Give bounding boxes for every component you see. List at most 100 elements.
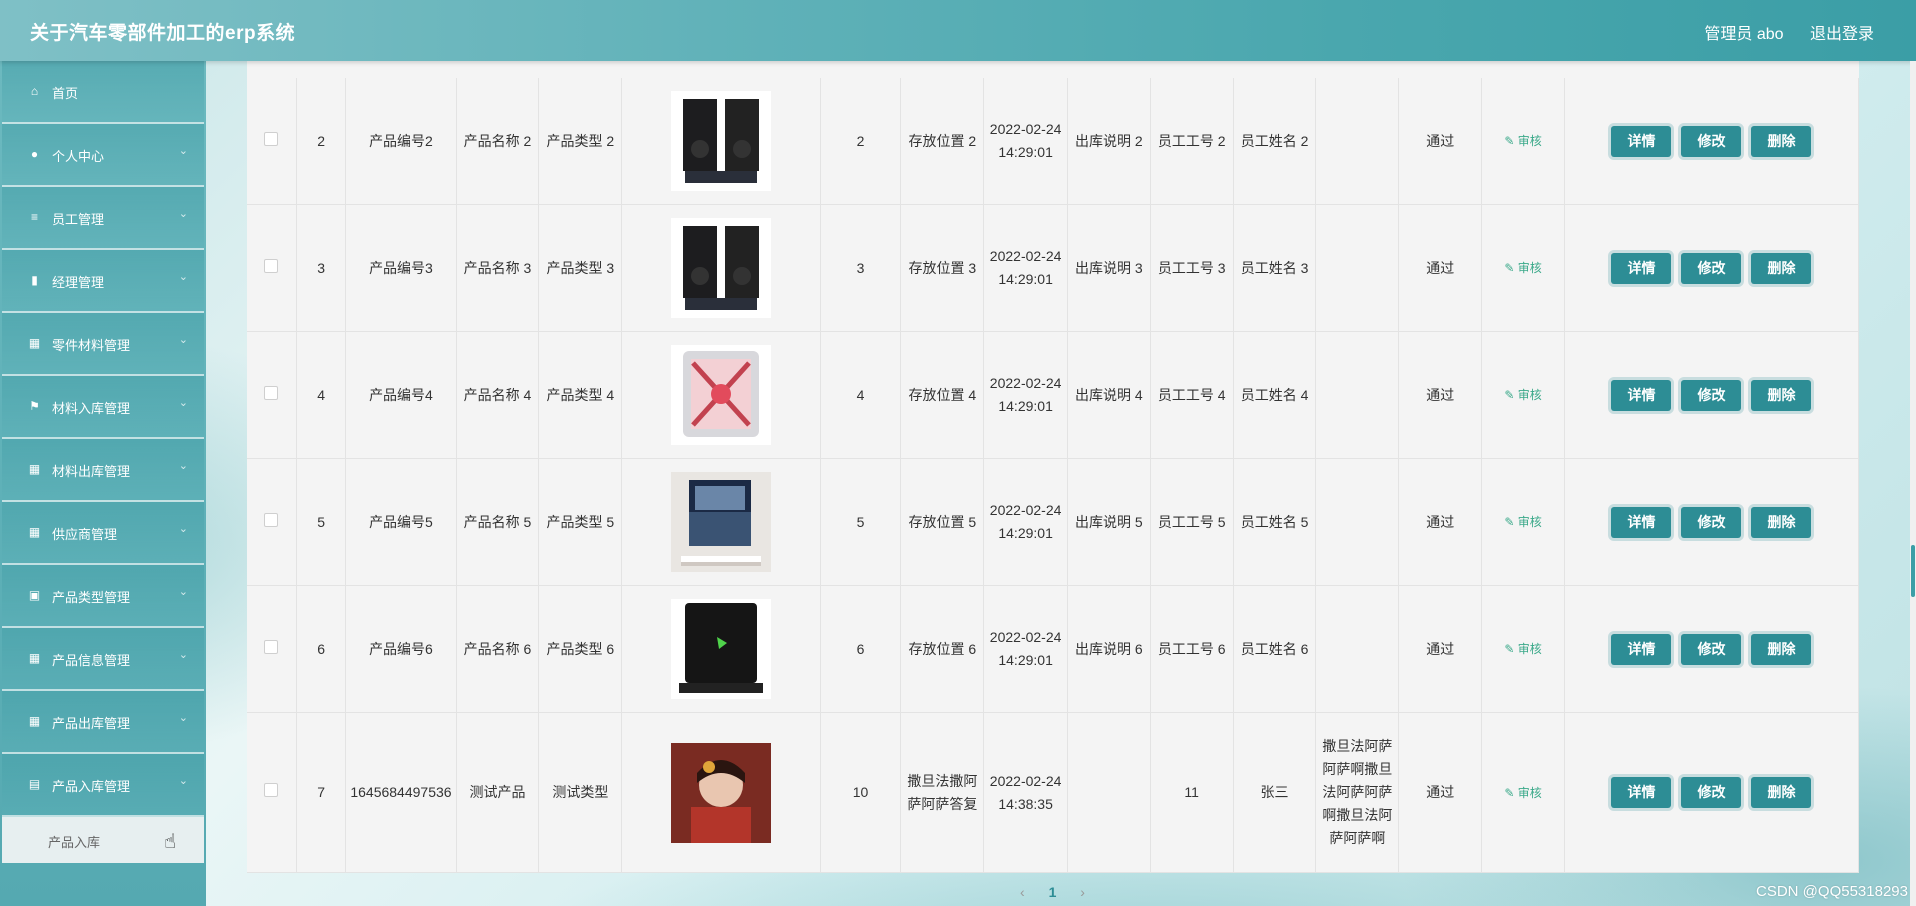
- employee-no-cell: 11: [1150, 712, 1234, 873]
- scrollbar-thumb[interactable]: [1911, 545, 1915, 597]
- grid-icon: ▦: [28, 651, 41, 665]
- detail-button[interactable]: 详情: [1611, 633, 1672, 665]
- sidebar-item-1[interactable]: ● 个人中心 ⌄: [2, 124, 204, 187]
- detail-button[interactable]: 详情: [1611, 379, 1672, 411]
- audit-cell: ✎ 审核: [1481, 585, 1565, 713]
- audit-link[interactable]: ✎ 审核: [1504, 388, 1541, 402]
- status-cell: 通过: [1398, 458, 1483, 586]
- sidebar-item-label: 首页: [52, 86, 79, 101]
- reply-cell: 撒旦法阿萨阿萨啊撒旦法阿萨阿萨啊撒旦法阿萨阿萨啊: [1315, 712, 1400, 873]
- audit-cell: ✎ 审核: [1481, 712, 1565, 873]
- outbound-note-cell: 出库说明 5: [1067, 458, 1151, 586]
- product-code-cell: 产品编号5: [345, 458, 457, 586]
- row-select-cell: [247, 331, 297, 459]
- status-cell: 通过: [1398, 78, 1483, 205]
- product-type-cell: 产品类型 5: [538, 458, 623, 586]
- delete-button[interactable]: 删除: [1751, 506, 1812, 538]
- row-select-cell: [247, 78, 297, 205]
- detail-button[interactable]: 详情: [1611, 506, 1672, 538]
- edit-button[interactable]: 修改: [1681, 777, 1742, 808]
- sidebar-item-label: 材料出库管理: [52, 464, 131, 479]
- audit-link[interactable]: ✎ 审核: [1504, 134, 1541, 148]
- reply-cell: [1315, 585, 1400, 713]
- outbound-note-cell: 出库说明 4: [1067, 331, 1151, 459]
- detail-button[interactable]: 详情: [1611, 252, 1672, 284]
- employee-name-cell: 员工姓名 3: [1233, 204, 1317, 332]
- edit-button[interactable]: 修改: [1681, 379, 1742, 411]
- sidebar-item-label: 产品信息管理: [52, 653, 131, 668]
- sidebar-item-8[interactable]: ▣ 产品类型管理 ⌄: [2, 565, 204, 628]
- sidebar-item-9[interactable]: ▦ 产品信息管理 ⌄: [2, 628, 204, 691]
- edit-button[interactable]: 修改: [1681, 633, 1742, 665]
- logout-link[interactable]: 退出登录: [1810, 26, 1874, 43]
- audit-cell: ✎ 审核: [1481, 331, 1565, 459]
- audit-link[interactable]: ✎ 审核: [1504, 261, 1541, 275]
- sidebar-item-0[interactable]: ⌂ 首页: [2, 61, 204, 124]
- outbound-note-cell: [1067, 712, 1151, 873]
- sidebar-item-6[interactable]: ▦ 材料出库管理 ⌄: [2, 439, 204, 502]
- sidebar-item-label: 经理管理: [52, 275, 105, 290]
- detail-button[interactable]: 详情: [1611, 777, 1672, 808]
- audit-link[interactable]: ✎ 审核: [1504, 786, 1541, 800]
- sidebar-item-label: 产品类型管理: [52, 590, 131, 605]
- delete-button[interactable]: 删除: [1751, 252, 1812, 284]
- delete-button[interactable]: 删除: [1751, 633, 1812, 665]
- table-row: 7 1645684497536 测试产品 测试类型 10 撒旦法撒阿萨阿萨答复 2022-0…: [247, 712, 1859, 873]
- product-name-cell: 产品名称 5: [456, 458, 540, 586]
- scrollbar-track[interactable]: [1910, 61, 1916, 906]
- quantity-cell: 2: [820, 78, 902, 205]
- actions-cell: 详情 修改 删除: [1564, 204, 1859, 332]
- sidebar-item-2[interactable]: ≡ 员工管理 ⌄: [2, 187, 204, 250]
- storage-location-cell: 存放位置 6: [900, 585, 985, 713]
- delete-button[interactable]: 删除: [1751, 777, 1812, 808]
- row-checkbox[interactable]: [264, 385, 279, 400]
- row-checkbox[interactable]: [264, 131, 279, 146]
- product-code-cell: 产品编号4: [345, 331, 457, 459]
- product-code-cell: 1645684497536: [345, 712, 457, 873]
- actions-cell: 详情 修改 删除: [1564, 585, 1859, 713]
- tv-icon: [670, 472, 771, 572]
- sidebar-subitem-product-inbound[interactable]: 产品入库 ☝: [2, 817, 204, 863]
- employee-no-cell: 员工工号 2: [1150, 78, 1234, 205]
- row-checkbox[interactable]: [264, 512, 279, 527]
- product-image-cell: [621, 331, 821, 459]
- watermark: CSDN @QQ55318293: [1756, 883, 1908, 900]
- reply-cell: [1315, 204, 1400, 332]
- quantity-cell: 4: [820, 331, 902, 459]
- status-cell: 通过: [1398, 712, 1483, 873]
- briefcase-icon: ▣: [28, 588, 41, 602]
- row-checkbox[interactable]: [264, 783, 279, 797]
- next-page-button[interactable]: ›: [1080, 884, 1085, 900]
- sidebar-item-label: 个人中心: [52, 149, 105, 164]
- edit-button[interactable]: 修改: [1681, 506, 1742, 538]
- employee-no-cell: 员工工号 3: [1150, 204, 1234, 332]
- table-panel: 2 产品编号2 产品名称 2 产品类型 2 2 存放位置 2 2022-02-24 14:2…: [247, 61, 1859, 873]
- submenu-label: 产品入库: [48, 835, 101, 850]
- audit-cell: ✎ 审核: [1481, 78, 1565, 205]
- current-page[interactable]: 1: [1049, 884, 1057, 900]
- sidebar-item-label: 员工管理: [52, 212, 105, 227]
- product-name-cell: 产品名称 2: [456, 78, 540, 205]
- sidebar-item-7[interactable]: ▦ 供应商管理 ⌄: [2, 502, 204, 565]
- delete-button[interactable]: 删除: [1751, 125, 1812, 157]
- product-name-cell: 产品名称 4: [456, 331, 540, 459]
- edit-button[interactable]: 修改: [1681, 252, 1742, 284]
- audit-link[interactable]: ✎ 审核: [1504, 642, 1541, 656]
- employee-no-cell: 员工工号 5: [1150, 458, 1234, 586]
- grid-icon: ▦: [28, 462, 41, 476]
- audit-link[interactable]: ✎ 审核: [1504, 515, 1541, 529]
- delete-button[interactable]: 删除: [1751, 379, 1812, 411]
- status-cell: 通过: [1398, 585, 1483, 713]
- edit-button[interactable]: 修改: [1681, 125, 1742, 157]
- row-checkbox[interactable]: [264, 258, 279, 273]
- sidebar-item-11[interactable]: ▤ 产品入库管理 ⌄: [2, 754, 204, 817]
- sidebar-item-10[interactable]: ▦ 产品出库管理 ⌄: [2, 691, 204, 754]
- flag-icon: ⚑: [29, 399, 40, 413]
- sidebar-item-4[interactable]: ▦ 零件材料管理 ⌄: [2, 313, 204, 376]
- pagination: ‹ 1 ›: [1010, 884, 1095, 900]
- detail-button[interactable]: 详情: [1611, 125, 1672, 157]
- sidebar-item-5[interactable]: ⚑ 材料入库管理 ⌄: [2, 376, 204, 439]
- sidebar-item-3[interactable]: ▮ 经理管理 ⌄: [2, 250, 204, 313]
- prev-page-button[interactable]: ‹: [1020, 884, 1025, 900]
- row-checkbox[interactable]: [264, 639, 279, 654]
